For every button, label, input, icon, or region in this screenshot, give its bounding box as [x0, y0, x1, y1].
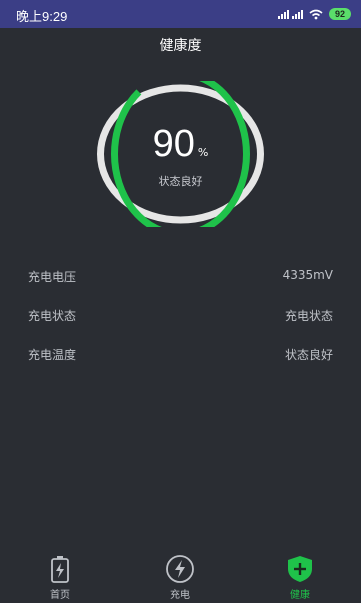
health-percent-value: 90	[152, 123, 195, 165]
page-title: 健康度	[159, 38, 202, 54]
detail-value: 4335mV	[282, 268, 333, 282]
battery-level-badge: 92	[328, 8, 351, 20]
nav-label: 健康	[290, 590, 310, 601]
bottom-nav: 首页 充电 健康	[0, 548, 361, 603]
lightning-icon	[166, 555, 194, 583]
nav-item-health[interactable]: 健康	[265, 554, 335, 601]
health-status-text: 状态良好	[158, 175, 203, 188]
detail-value: 状态良好	[284, 348, 333, 362]
detail-label: 充电状态	[28, 309, 77, 323]
detail-row-status: 充电状态 充电状态	[28, 307, 333, 327]
status-time: 晚上9:29	[16, 9, 68, 24]
detail-row-voltage: 充电电压 4335mV	[28, 268, 333, 288]
wifi-icon	[309, 9, 323, 19]
nav-item-home[interactable]: 首页	[25, 554, 95, 601]
nav-label: 首页	[50, 590, 70, 601]
detail-label: 充电温度	[28, 348, 77, 362]
detail-label: 充电电压	[28, 270, 77, 284]
signal-icon	[277, 9, 303, 19]
shield-plus-icon	[288, 556, 312, 582]
battery-icon	[51, 556, 69, 583]
health-gauge: 90% 状态良好	[94, 81, 267, 227]
detail-row-temperature: 充电温度 状态良好	[28, 346, 333, 366]
detail-value: 充电状态	[284, 309, 333, 323]
status-bar: 晚上9:29 92	[0, 0, 361, 28]
percent-unit: %	[197, 146, 209, 159]
status-icons: 92	[277, 6, 351, 22]
nav-item-charge[interactable]: 充电	[145, 554, 215, 601]
nav-label: 充电	[170, 590, 190, 601]
